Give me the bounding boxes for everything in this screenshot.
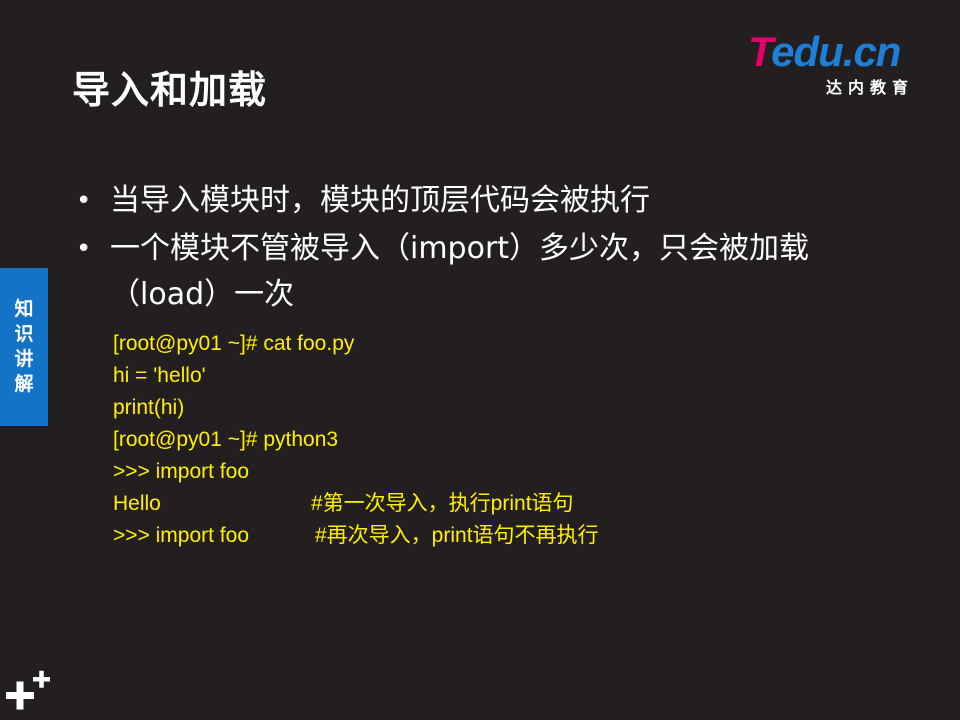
logo-t: T	[748, 28, 772, 75]
slide-title: 导入和加载	[72, 68, 268, 112]
code-line: [root@py01 ~]# python3	[113, 424, 873, 456]
code-text: Hello	[113, 492, 161, 515]
side-tab-label: 知识讲解	[14, 298, 34, 395]
code-text: [root@py01 ~]# python3	[113, 428, 339, 451]
code-text: [root@py01 ~]# cat foo.py	[113, 332, 355, 355]
code-comment: #第一次导入，执行print语句	[311, 492, 574, 515]
bullet-text: 一个模块不管被导入（import）多少次，只会被加载（load）一次	[110, 231, 810, 312]
code-text: >>> import foo	[113, 524, 249, 547]
code-line: print(hi)	[113, 392, 873, 424]
logo-wordmark: Tedu.cn	[748, 28, 901, 76]
bullet-list: • 当导入模块时，模块的顶层代码会被执行 • 一个模块不管被导入（import）…	[72, 178, 852, 320]
logo-domain: edu.cn	[771, 28, 901, 75]
code-block: [root@py01 ~]# cat foo.py hi = 'hello' p…	[113, 328, 873, 552]
code-line: [root@py01 ~]# cat foo.py	[113, 328, 873, 360]
bullet-dot-icon: •	[76, 234, 92, 264]
code-line: hi = 'hello'	[113, 360, 873, 392]
code-line: >>> import foo	[113, 456, 873, 488]
plus-plus-icon	[6, 670, 50, 710]
bullet-text: 当导入模块时，模块的顶层代码会被执行	[110, 183, 650, 218]
code-line: >>> import foo #再次导入，print语句不再执行	[113, 520, 873, 552]
bullet-item: • 一个模块不管被导入（import）多少次，只会被加载（load）一次	[72, 226, 852, 318]
logo-subtitle: 达内教育	[826, 78, 915, 97]
code-text: hi = 'hello'	[113, 364, 206, 387]
code-text: print(hi)	[113, 396, 185, 419]
side-tab: 知识讲解	[0, 268, 48, 426]
code-text: >>> import foo	[113, 460, 249, 483]
code-comment: #再次导入，print语句不再执行	[315, 524, 599, 547]
slide: 导入和加载 Tedu.cn 达内教育 知识讲解 • 当导入模块时，模块的顶层代码…	[0, 0, 960, 720]
bullet-dot-icon: •	[76, 186, 92, 216]
code-line: Hello #第一次导入，执行print语句	[113, 488, 873, 520]
tedu-logo: Tedu.cn 达内教育	[748, 28, 928, 98]
bullet-item: • 当导入模块时，模块的顶层代码会被执行	[72, 178, 852, 224]
